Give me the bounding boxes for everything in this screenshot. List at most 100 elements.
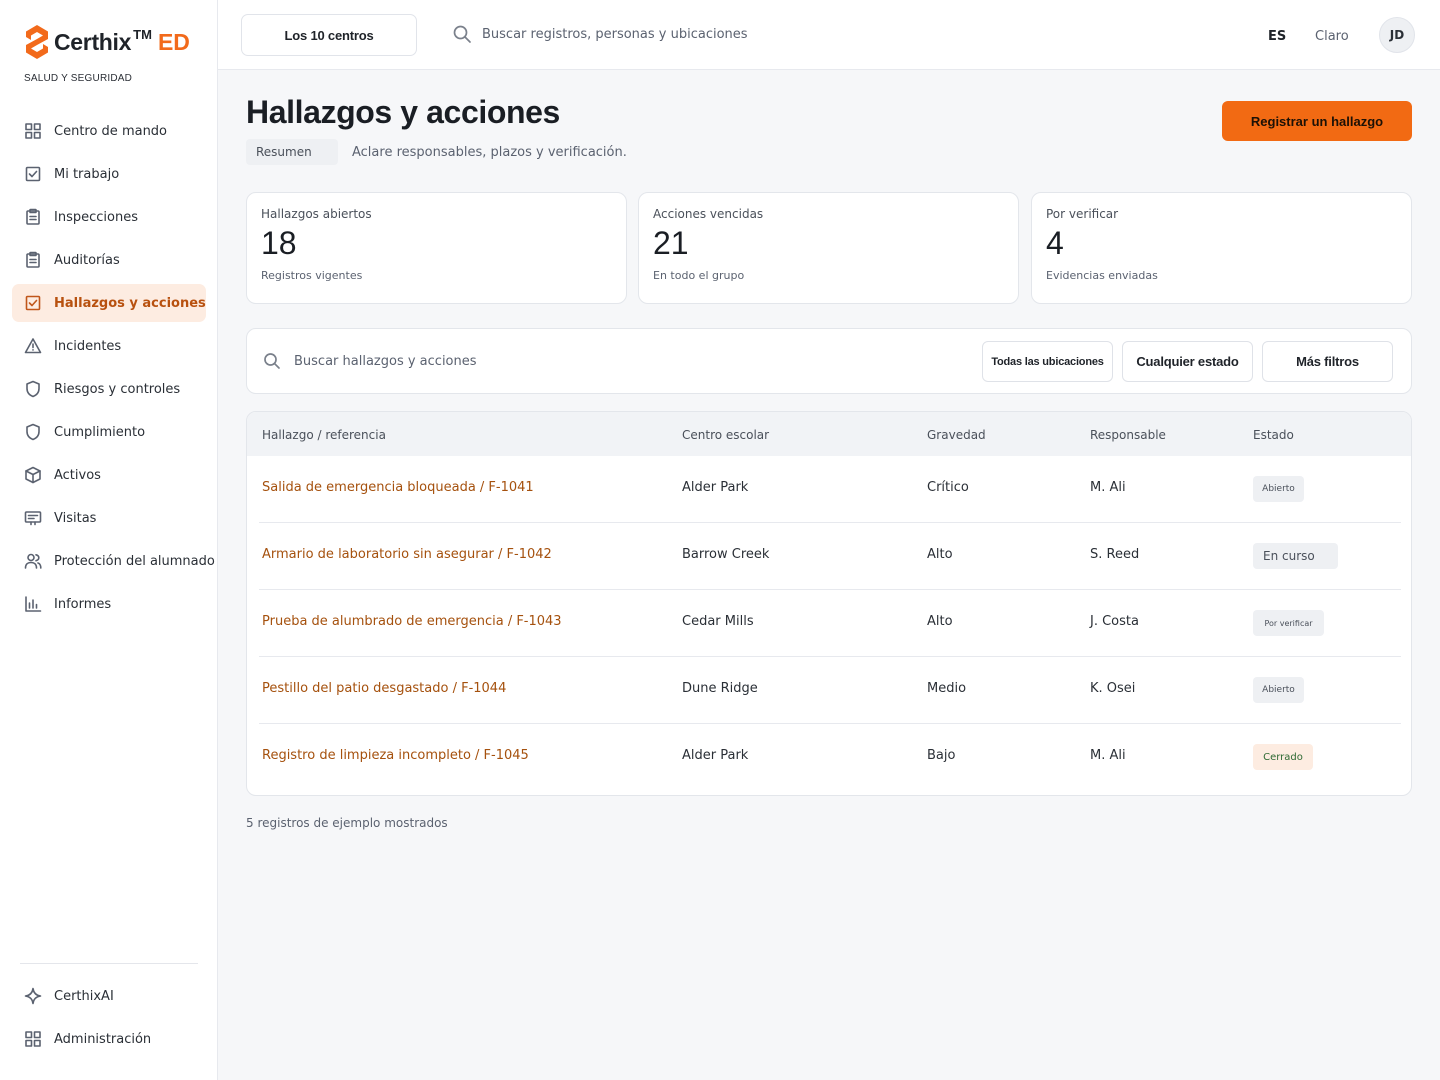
sidebar-item-label: CerthixAI bbox=[54, 988, 114, 1004]
status-badge: Por verificar bbox=[1253, 610, 1324, 636]
status-badge: Cerrado bbox=[1253, 744, 1313, 770]
finding-link[interactable]: Prueba de alumbrado de emergencia / F-10… bbox=[262, 614, 562, 629]
sidebar-item-label: Hallazgos y acciones bbox=[54, 295, 206, 311]
status-badge: En curso bbox=[1253, 543, 1338, 569]
sidebar-item-label: Riesgos y controles bbox=[54, 381, 181, 397]
certhix-logo-icon bbox=[26, 25, 48, 59]
sidebar-item-auditorias[interactable]: Auditorías bbox=[12, 241, 206, 279]
sidebar-item-label: Mi trabajo bbox=[54, 166, 120, 182]
stat-note: Evidencias enviadas bbox=[1046, 269, 1158, 282]
sidebar-item-informes[interactable]: Informes bbox=[12, 585, 206, 623]
sidebar-item-visitas[interactable]: Visitas bbox=[12, 499, 206, 537]
sidebar-item-label: Activos bbox=[54, 467, 101, 483]
center-cell: Barrow Creek bbox=[682, 547, 770, 562]
status-filter-button[interactable]: Cualquier estado bbox=[1122, 341, 1253, 382]
findings-search[interactable]: Buscar hallazgos y acciones bbox=[263, 352, 477, 370]
severity-cell: Alto bbox=[927, 614, 953, 629]
severity-cell: Bajo bbox=[927, 748, 956, 763]
stat-card-pending-verification: Por verificar 4 Evidencias enviadas bbox=[1031, 192, 1412, 304]
grid-icon bbox=[24, 1030, 42, 1048]
user-avatar[interactable]: JD bbox=[1379, 17, 1415, 53]
clipboard-icon bbox=[24, 251, 42, 269]
column-header-severity[interactable]: Gravedad bbox=[927, 428, 986, 442]
findings-search-input[interactable]: Buscar hallazgos y acciones bbox=[294, 354, 477, 369]
column-header-status[interactable]: Estado bbox=[1253, 428, 1294, 442]
search-icon bbox=[453, 25, 471, 43]
finding-link[interactable]: Pestillo del patio desgastado / F-1044 bbox=[262, 681, 506, 696]
global-search[interactable]: Buscar registros, personas y ubicaciones bbox=[452, 24, 748, 44]
warning-icon bbox=[24, 337, 42, 355]
stat-label: Hallazgos abiertos bbox=[261, 207, 372, 221]
clipboard-icon bbox=[24, 208, 42, 226]
sidebar-item-label: Incidentes bbox=[54, 338, 122, 354]
stat-card-open-findings: Hallazgos abiertos 18 Registros vigentes bbox=[246, 192, 627, 304]
page-title: Hallazgos y acciones bbox=[246, 94, 560, 130]
language-switcher[interactable]: ES bbox=[1268, 29, 1286, 44]
sidebar-item-proteccion-del-alumnado[interactable]: Protección del alumnado bbox=[12, 542, 215, 580]
check-square-icon bbox=[24, 294, 42, 312]
sidebar-item-mi-trabajo[interactable]: Mi trabajo bbox=[12, 155, 206, 193]
owner-cell: K. Osei bbox=[1090, 681, 1136, 696]
filter-bar: Buscar hallazgos y acciones Todas las ub… bbox=[246, 328, 1412, 394]
column-header-owner[interactable]: Responsable bbox=[1090, 428, 1166, 442]
severity-cell: Medio bbox=[927, 681, 967, 696]
sidebar-item-inspecciones[interactable]: Inspecciones bbox=[12, 198, 206, 236]
sidebar-item-cumplimiento[interactable]: Cumplimiento bbox=[12, 413, 206, 451]
table-header: Hallazgo / referencia Centro escolar Gra… bbox=[247, 412, 1411, 456]
stat-note: En todo el grupo bbox=[653, 269, 745, 282]
stat-value: 21 bbox=[653, 225, 689, 261]
sidebar-item-activos[interactable]: Activos bbox=[12, 456, 206, 494]
brand-logo[interactable]: Certhix TM ED bbox=[24, 24, 190, 60]
sidebar-item-label: Administración bbox=[54, 1031, 152, 1047]
table-row[interactable]: Registro de limpieza incompleto / F-1045… bbox=[259, 724, 1401, 791]
brand-suffix: ED bbox=[157, 28, 190, 55]
box-icon bbox=[24, 466, 42, 484]
center-cell: Alder Park bbox=[682, 480, 749, 495]
global-search-input[interactable]: Buscar registros, personas y ubicaciones bbox=[482, 27, 748, 42]
stat-card-overdue-actions: Acciones vencidas 21 En todo el grupo bbox=[638, 192, 1019, 304]
register-finding-button[interactable]: Registrar un hallazgo bbox=[1222, 101, 1412, 141]
stat-value: 18 bbox=[261, 225, 297, 261]
stat-value: 4 bbox=[1046, 225, 1064, 261]
top-header: Los 10 centros Buscar registros, persona… bbox=[218, 0, 1440, 70]
sidebar-item-riesgos-y-controles[interactable]: Riesgos y controles bbox=[12, 370, 206, 408]
center-cell: Alder Park bbox=[682, 748, 749, 763]
table-row[interactable]: Prueba de alumbrado de emergencia / F-10… bbox=[259, 590, 1401, 657]
shield-icon bbox=[24, 423, 42, 441]
owner-cell: M. Ali bbox=[1090, 480, 1126, 495]
sidebar-item-administracion[interactable]: Administración bbox=[12, 1020, 206, 1058]
sidebar-item-hallazgos-y-acciones[interactable]: Hallazgos y acciones bbox=[12, 284, 206, 322]
stat-label: Acciones vencidas bbox=[653, 207, 764, 221]
owner-cell: J. Costa bbox=[1090, 614, 1139, 629]
column-header-center[interactable]: Centro escolar bbox=[682, 428, 769, 442]
sidebar-item-centro-de-mando[interactable]: Centro de mando bbox=[12, 112, 206, 150]
finding-link[interactable]: Registro de limpieza incompleto / F-1045 bbox=[262, 748, 529, 763]
center-cell: Cedar Mills bbox=[682, 614, 754, 629]
sparkle-icon bbox=[24, 987, 42, 1005]
more-filters-button[interactable]: Más filtros bbox=[1262, 341, 1393, 382]
records-count: 5 registros de ejemplo mostrados bbox=[246, 816, 448, 830]
sidebar-item-label: Auditorías bbox=[54, 252, 120, 268]
grid-icon bbox=[24, 122, 42, 140]
sidebar-item-incidentes[interactable]: Incidentes bbox=[12, 327, 206, 365]
sidebar-item-label: Protección del alumnado bbox=[54, 553, 215, 569]
brand-name: Certhix bbox=[54, 28, 132, 55]
stat-label: Por verificar bbox=[1046, 207, 1119, 221]
centers-selector-button[interactable]: Los 10 centros bbox=[241, 14, 417, 56]
sidebar-item-label: Centro de mando bbox=[54, 123, 168, 139]
search-icon bbox=[264, 353, 280, 369]
sidebar-item-certhixai[interactable]: CerthixAI bbox=[12, 977, 206, 1015]
stat-note: Registros vigentes bbox=[261, 269, 363, 282]
column-header-finding[interactable]: Hallazgo / referencia bbox=[262, 428, 386, 442]
shield-icon bbox=[24, 380, 42, 398]
table-row[interactable]: Salida de emergencia bloqueada / F-1041 … bbox=[259, 456, 1401, 523]
center-cell: Dune Ridge bbox=[682, 681, 758, 696]
sidebar-item-label: Informes bbox=[54, 596, 112, 612]
locations-filter-button[interactable]: Todas las ubicaciones bbox=[982, 341, 1113, 382]
owner-cell: M. Ali bbox=[1090, 748, 1126, 763]
table-row[interactable]: Armario de laboratorio sin asegurar / F-… bbox=[259, 523, 1401, 590]
theme-toggle[interactable]: Claro bbox=[1315, 29, 1349, 44]
table-row[interactable]: Pestillo del patio desgastado / F-1044 D… bbox=[259, 657, 1401, 724]
finding-link[interactable]: Armario de laboratorio sin asegurar / F-… bbox=[262, 547, 552, 562]
finding-link[interactable]: Salida de emergencia bloqueada / F-1041 bbox=[262, 480, 534, 495]
